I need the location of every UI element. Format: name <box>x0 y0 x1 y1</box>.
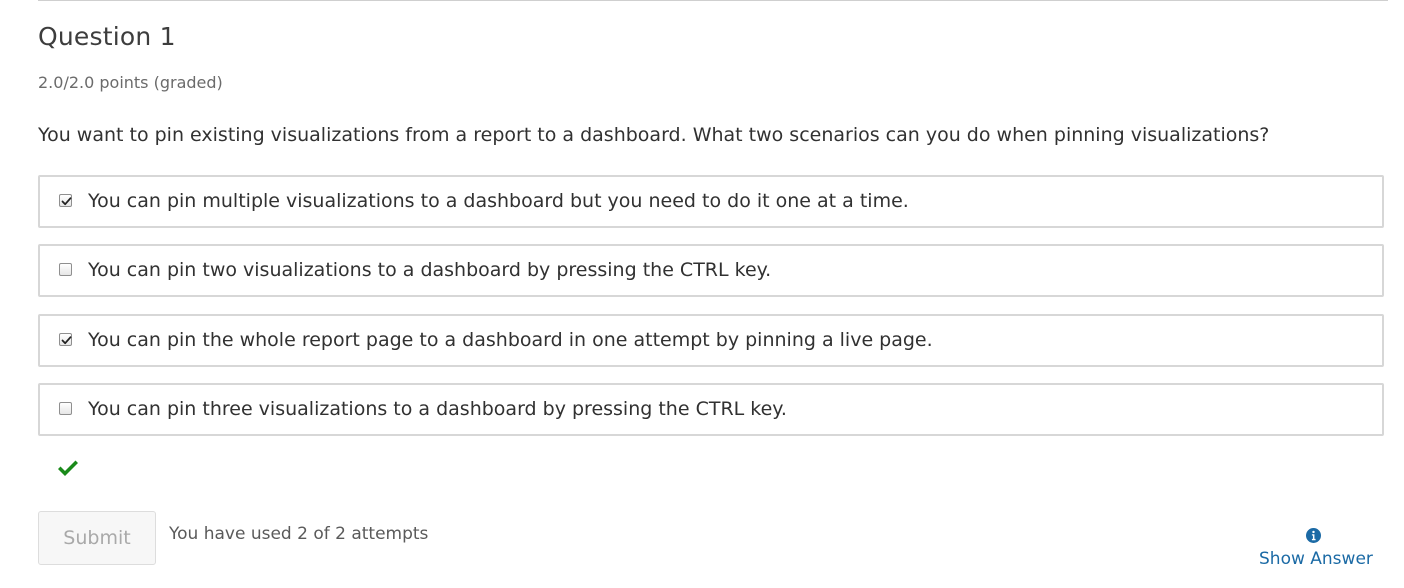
choice-label: You can pin multiple visualizations to a… <box>88 190 909 212</box>
choice-label: You can pin two visualizations to a dash… <box>88 259 772 281</box>
choice-label: You can pin the whole report page to a d… <box>88 329 933 351</box>
choice-label: You can pin three visualizations to a da… <box>88 398 787 420</box>
choice-option-1[interactable]: You can pin multiple visualizations to a… <box>38 175 1384 228</box>
checkbox[interactable] <box>59 194 72 207</box>
checkbox[interactable] <box>59 263 72 276</box>
checkbox[interactable] <box>59 333 72 346</box>
question-title: Question 1 <box>38 22 176 51</box>
points-label: 2.0/2.0 points (graded) <box>38 73 223 92</box>
checkbox[interactable] <box>59 402 72 415</box>
divider <box>38 0 1388 1</box>
info-icon <box>1306 528 1321 543</box>
submit-button[interactable]: Submit <box>38 511 156 565</box>
problem-page: Question 1 2.0/2.0 points (graded) You w… <box>0 0 1404 588</box>
checkmark-icon <box>58 460 78 476</box>
choice-option-4[interactable]: You can pin three visualizations to a da… <box>38 383 1384 436</box>
checkbox-check-icon <box>61 197 72 206</box>
question-prompt: You want to pin existing visualizations … <box>38 124 1270 146</box>
show-answer-label: Show Answer <box>1259 549 1373 569</box>
attempts-text: You have used 2 of 2 attempts <box>169 524 429 544</box>
choice-option-3[interactable]: You can pin the whole report page to a d… <box>38 314 1384 367</box>
show-answer-button[interactable]: Show Answer <box>1252 526 1376 574</box>
checkbox-check-icon <box>61 336 72 345</box>
choice-option-2[interactable]: You can pin two visualizations to a dash… <box>38 244 1384 297</box>
